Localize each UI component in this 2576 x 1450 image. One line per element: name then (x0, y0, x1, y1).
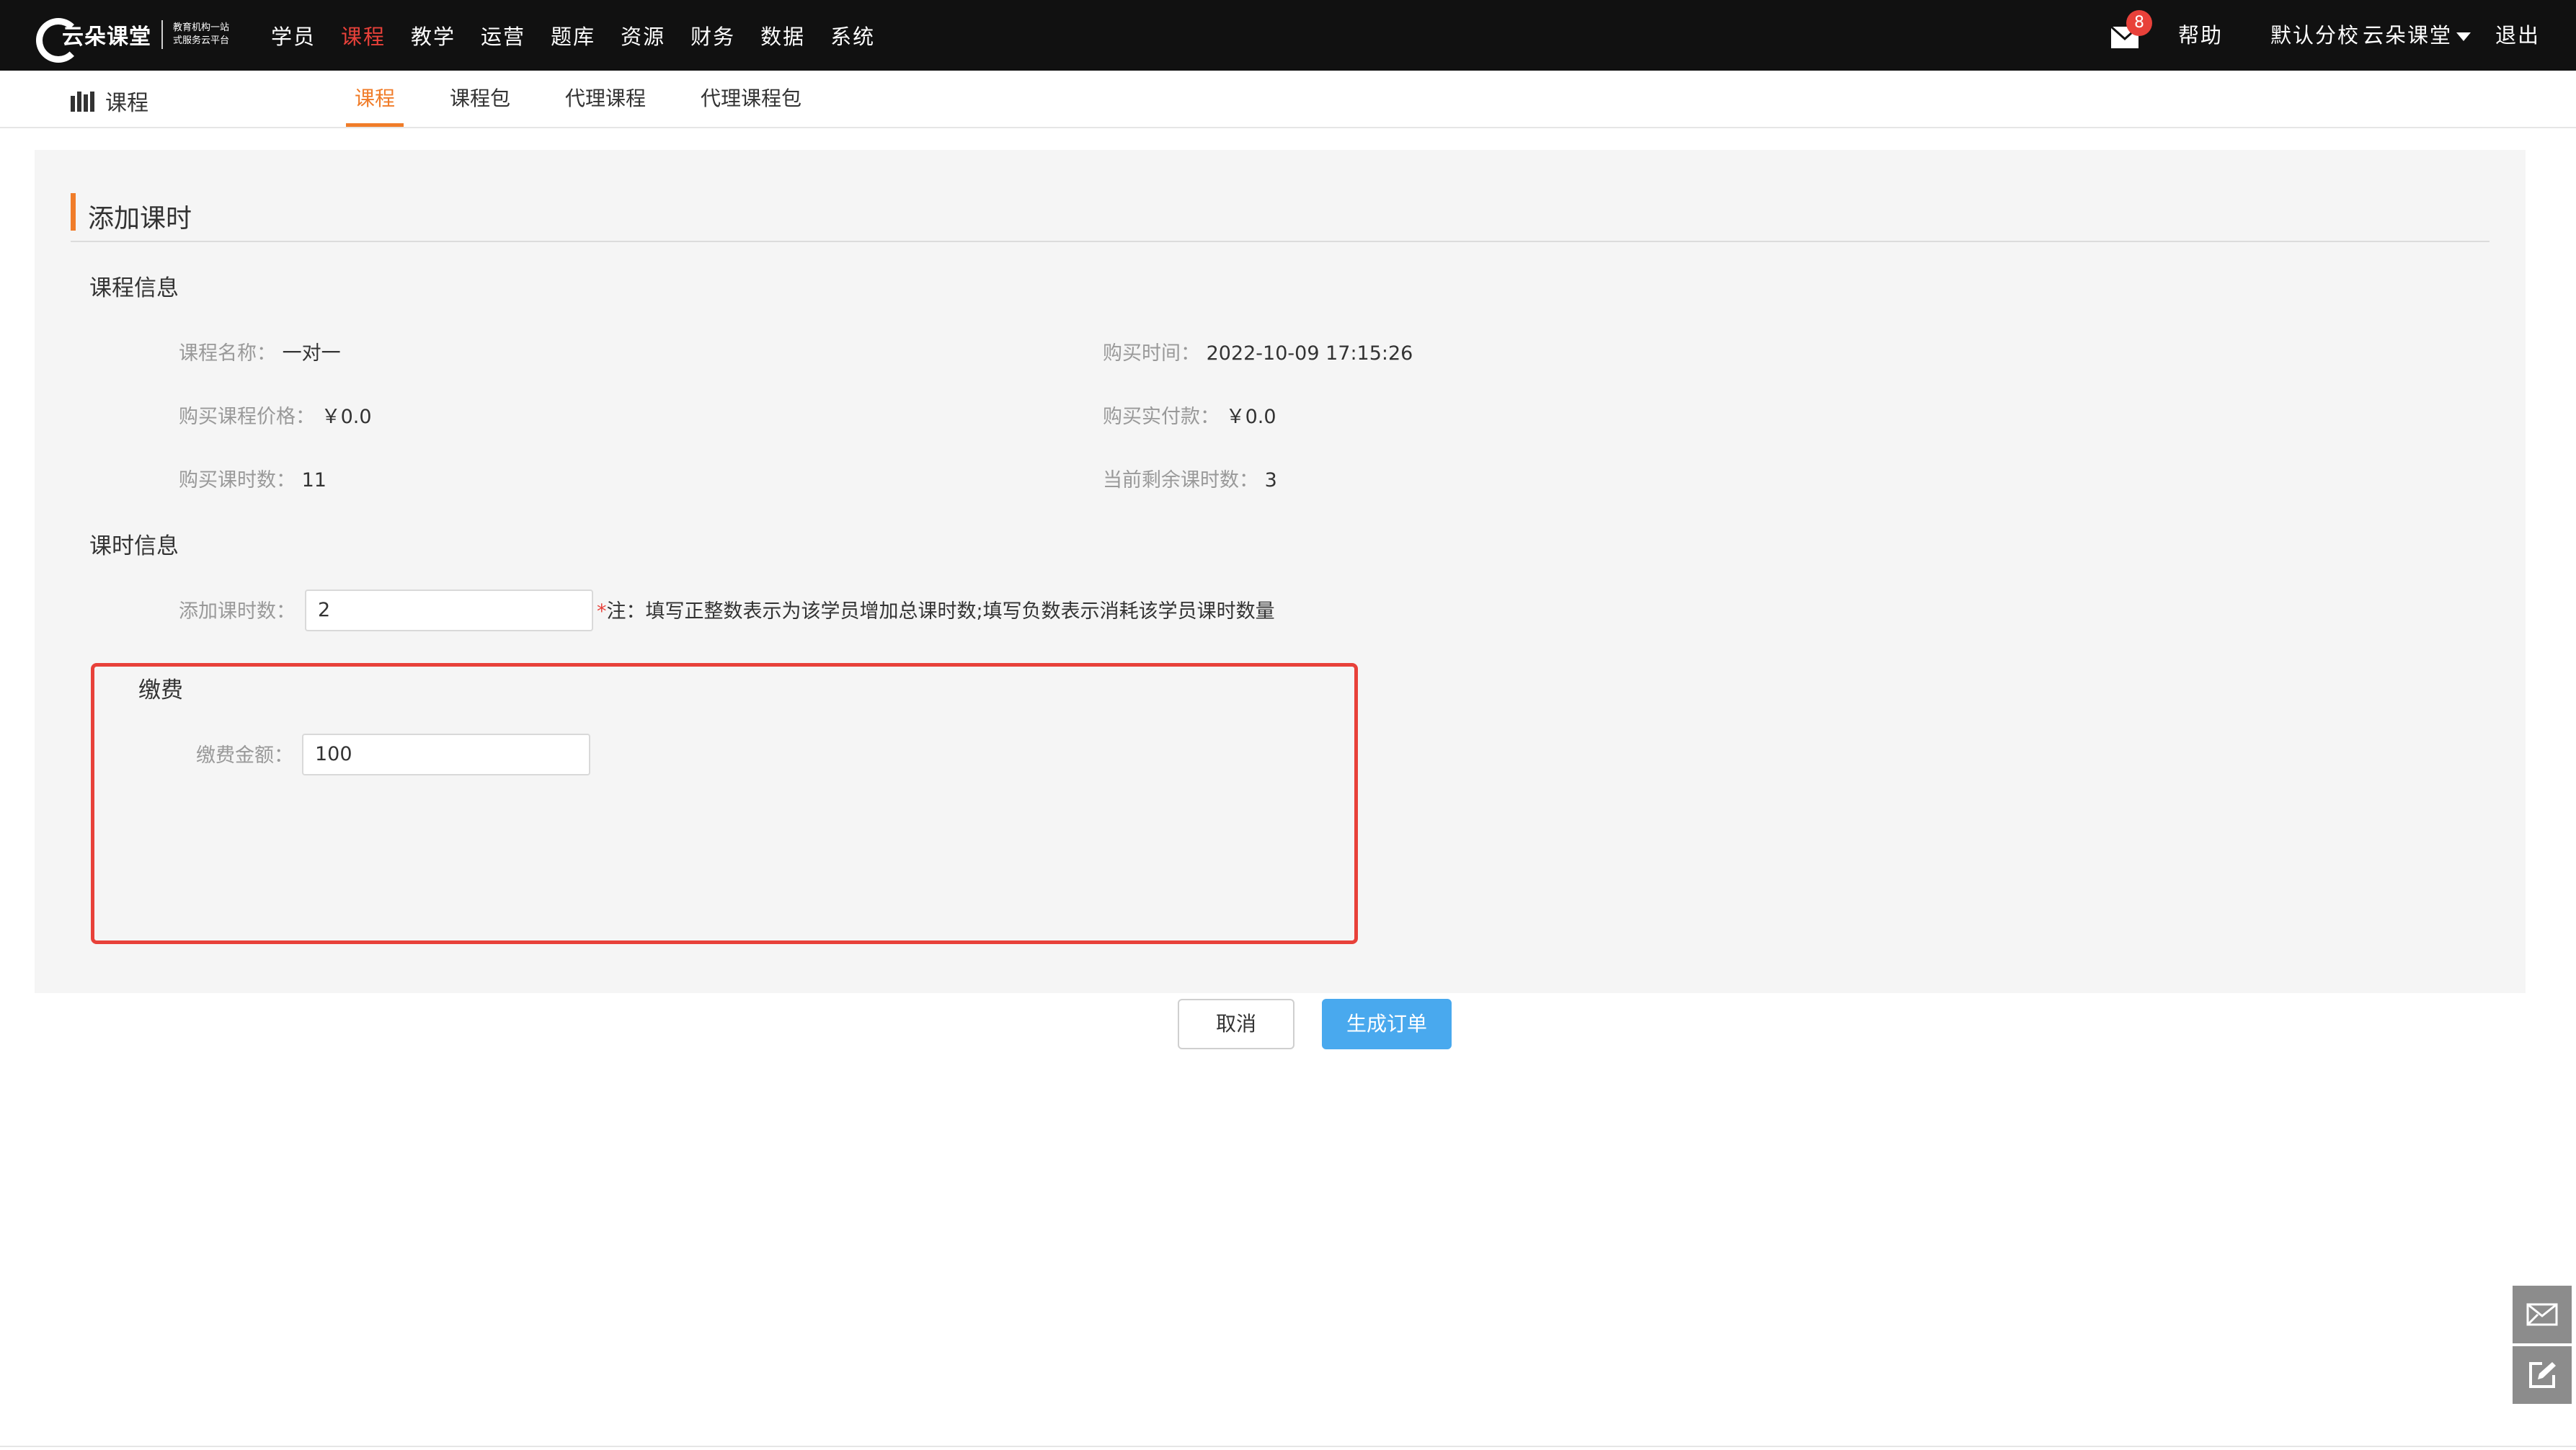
add-hours-input[interactable]: 2 (305, 590, 593, 631)
logo[interactable]: 云朵课堂 教育机构一站式服务云平台 (35, 13, 231, 63)
sub-navbar: 课程 课程 课程包 代理课程 代理课程包 (0, 71, 2576, 128)
course-price-label: 购买课程价格： (179, 406, 315, 428)
nav-item-finance[interactable]: 财务 (690, 20, 735, 50)
section-title-label: 课程 (105, 91, 148, 116)
help-link[interactable]: 帮助 (2178, 19, 2223, 49)
generate-order-button[interactable]: 生成订单 (1322, 999, 1452, 1049)
buy-time-label: 购买时间： (1103, 342, 1200, 365)
lesson-info-title: 课时信息 (89, 533, 179, 559)
add-lesson-panel: 添加课时 课程信息 课程名称： 一对一 购买时间： 2022-10-09 17:… (35, 150, 2526, 1049)
paid-amount-field: 购买实付款： ￥0.0 (1103, 401, 1276, 429)
nav-item-courses[interactable]: 课程 (341, 20, 386, 50)
section-title: 课程 (71, 85, 148, 117)
branch-label: 默认分校 (2270, 23, 2360, 48)
buy-time-value: 2022-10-09 17:15:26 (1206, 342, 1413, 365)
course-price-field: 购买课程价格： ￥0.0 (179, 401, 372, 429)
highlight-box (91, 663, 1358, 944)
mail-badge: 8 (2126, 10, 2152, 36)
float-mail-button[interactable] (2513, 1286, 2572, 1343)
cancel-button[interactable]: 取消 (1178, 999, 1294, 1049)
logo-tagline: 教育机构一站式服务云平台 (173, 22, 230, 46)
logo-divider (161, 20, 163, 49)
buy-time-field: 购买时间： 2022-10-09 17:15:26 (1103, 337, 1413, 365)
tab-agent-course-package[interactable]: 代理课程包 (692, 71, 810, 127)
tab-course-package[interactable]: 课程包 (441, 71, 519, 127)
logout-link[interactable]: 退出 (2495, 19, 2540, 49)
required-star: * (597, 600, 607, 623)
purchased-hours-label: 购买课时数： (179, 469, 296, 492)
envelope-icon (2526, 1303, 2558, 1326)
nav-item-teaching[interactable]: 教学 (411, 20, 456, 50)
org-dropdown[interactable]: 云朵课堂 (2363, 19, 2475, 49)
footer-divider (0, 1446, 2576, 1447)
org-name: 云朵课堂 (2363, 23, 2453, 48)
paid-amount-value: ￥0.0 (1225, 406, 1276, 428)
purchased-hours-value: 11 (301, 469, 327, 492)
add-hours-label: 添加课时数： (179, 600, 296, 623)
paid-amount-label: 购买实付款： (1103, 406, 1220, 428)
nav-item-operations[interactable]: 运营 (481, 20, 525, 50)
course-price-value: ￥0.0 (321, 406, 372, 428)
purchased-hours-field: 购买课时数： 11 (179, 464, 327, 492)
tab-course[interactable]: 课程 (346, 71, 404, 127)
course-name-field: 课程名称： 一对一 (179, 337, 341, 365)
course-info-title: 课程信息 (89, 275, 179, 301)
remaining-hours-value: 3 (1264, 469, 1277, 492)
nav-item-question-bank[interactable]: 题库 (551, 20, 595, 50)
header-accent-bar (71, 193, 76, 231)
float-feedback-button[interactable] (2513, 1346, 2572, 1404)
main-nav: 学员 课程 教学 运营 题库 资源 财务 数据 系统 (271, 0, 900, 71)
panel-header: 添加课时 (71, 193, 2490, 242)
tab-agent-course[interactable]: 代理课程 (556, 71, 654, 127)
remaining-hours-label: 当前剩余课时数： (1103, 469, 1258, 492)
nav-item-data[interactable]: 数据 (760, 20, 805, 50)
nav-item-resources[interactable]: 资源 (621, 20, 665, 50)
books-icon (71, 90, 95, 112)
mail-button[interactable]: 8 (2110, 10, 2152, 50)
top-navbar: 云朵课堂 教育机构一站式服务云平台 学员 课程 教学 运营 题库 资源 财务 数… (0, 0, 2576, 71)
page-title: 添加课时 (88, 204, 192, 233)
nav-item-students[interactable]: 学员 (271, 20, 316, 50)
sub-tabs: 课程 课程包 代理课程 代理课程包 (346, 71, 848, 127)
remaining-hours-field: 当前剩余课时数： 3 (1103, 464, 1277, 492)
course-name-value: 一对一 (282, 342, 341, 365)
add-hours-note-text: 注：填写正整数表示为该学员增加总课时数;填写负数表示消耗该学员课时数量 (606, 600, 1275, 623)
course-name-label: 课程名称： (179, 342, 276, 365)
cloud-logo-icon (35, 14, 81, 63)
add-hours-note: *注：填写正整数表示为该学员增加总课时数;填写负数表示消耗该学员课时数量 (597, 595, 1275, 623)
edit-icon (2529, 1362, 2556, 1388)
caret-down-icon (2456, 32, 2471, 41)
nav-item-system[interactable]: 系统 (830, 20, 875, 50)
